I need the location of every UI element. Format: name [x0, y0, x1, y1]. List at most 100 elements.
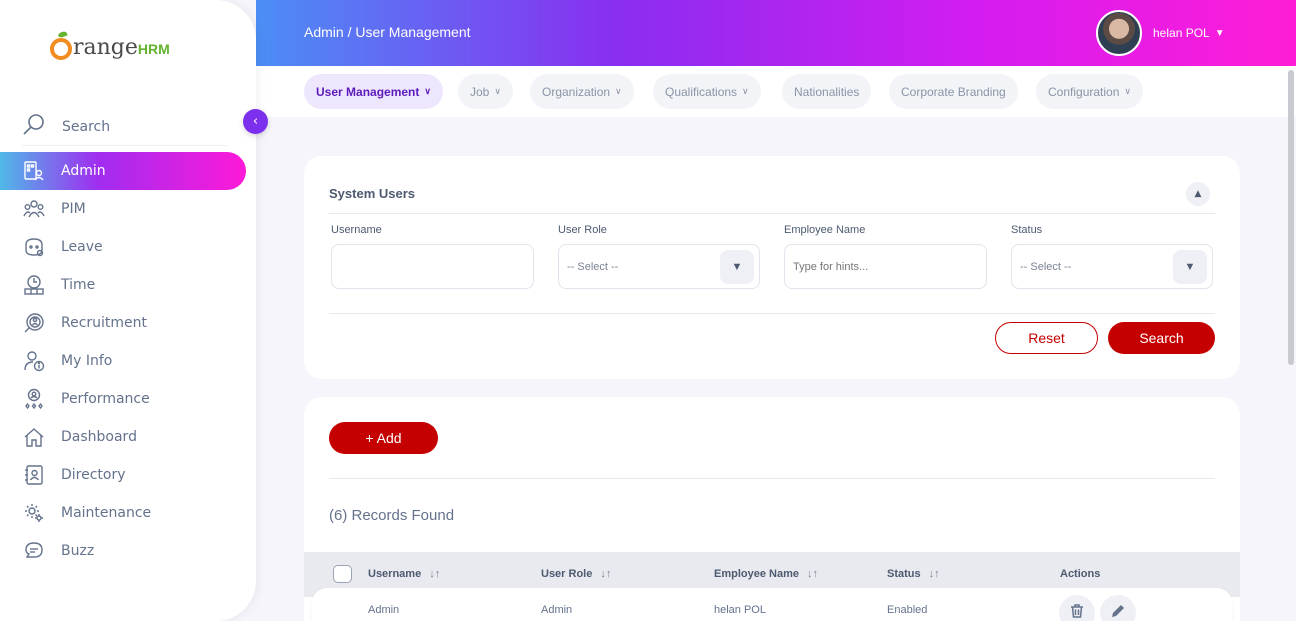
sidebar-item-pim[interactable]: PIM [0, 190, 246, 228]
tab-label: Configuration [1048, 84, 1120, 99]
username-label: Username [331, 224, 382, 236]
employee-name-input[interactable] [793, 260, 986, 273]
divider [329, 213, 1215, 214]
logo-text-hrm: HRM [137, 41, 170, 57]
users-list-card: + Add (6) Records Found Username ↓↑ User … [304, 397, 1240, 621]
chevron-down-icon: ∨ [742, 86, 749, 96]
tab-corporate-branding[interactable]: Corporate Branding [889, 74, 1018, 109]
user-role-value: -- Select -- [567, 260, 619, 273]
column-label: Username [368, 568, 422, 580]
sidebar-item-time[interactable]: Time [0, 266, 246, 304]
sidebar-item-directory[interactable]: Directory [0, 456, 246, 494]
search-icon [22, 113, 46, 141]
pim-icon [22, 197, 46, 221]
dashboard-icon [22, 425, 46, 449]
caret-down-icon: ▼ [720, 250, 754, 284]
reset-button[interactable]: Reset [995, 322, 1098, 354]
buzz-icon [22, 539, 46, 563]
sidebar-item-label: Admin [61, 163, 106, 179]
username-input[interactable] [340, 260, 533, 273]
chevron-down-icon: ∨ [615, 86, 622, 96]
column-label: Status [887, 568, 921, 580]
chevron-down-icon: ∨ [1124, 86, 1131, 96]
column-header-user-role[interactable]: User Role ↓↑ [541, 568, 611, 580]
table-row[interactable]: Admin Admin helan POL Enabled [312, 588, 1232, 621]
user-name: helan POL [1153, 26, 1210, 40]
employee-name-field[interactable] [784, 244, 987, 289]
username-field[interactable] [331, 244, 534, 289]
status-select[interactable]: -- Select -- ▼ [1011, 244, 1213, 289]
tab-user-management[interactable]: User Management ∨ [304, 74, 443, 109]
topbar: Admin / User Management helan POL ▼ [256, 0, 1296, 66]
sidebar-item-buzz[interactable]: Buzz [0, 532, 246, 570]
divider [329, 313, 1215, 314]
column-label: Actions [1060, 568, 1101, 580]
sidebar-item-label: Time [61, 277, 96, 293]
status-label: Status [1011, 224, 1043, 236]
column-header-username[interactable]: Username ↓↑ [368, 568, 440, 580]
maintenance-icon [22, 501, 46, 525]
tab-job[interactable]: Job ∨ [458, 74, 513, 109]
sidebar: range HRM Search Admin PIM Leave Time Re… [0, 0, 256, 621]
time-icon [22, 273, 46, 297]
sidebar-search[interactable]: Search [22, 108, 228, 146]
tab-label: Organization [542, 84, 611, 99]
orangehrm-logo[interactable]: range HRM [50, 32, 170, 60]
performance-icon [22, 387, 46, 411]
user-role-select[interactable]: -- Select -- ▼ [558, 244, 760, 289]
cell-status: Enabled [887, 604, 928, 616]
leave-icon [22, 235, 46, 259]
tab-nationalities[interactable]: Nationalities [782, 74, 872, 109]
tab-configuration[interactable]: Configuration ∨ [1036, 74, 1143, 109]
tab-label: Qualifications [665, 84, 738, 99]
module-tabs: User Management ∨ Job ∨ Organization ∨ Qual… [256, 66, 1296, 117]
collapse-filter-button[interactable]: ▲ [1186, 182, 1210, 206]
search-button[interactable]: Search [1108, 322, 1215, 354]
column-header-actions: Actions [1060, 568, 1100, 580]
edit-button[interactable] [1100, 595, 1136, 621]
pencil-icon [1110, 603, 1126, 621]
sidebar-item-maintenance[interactable]: Maintenance [0, 494, 246, 532]
sidebar-item-recruitment[interactable]: Recruitment [0, 304, 246, 342]
sidebar-item-label: Buzz [61, 543, 95, 559]
delete-button[interactable] [1059, 595, 1095, 621]
records-count: (6) Records Found [329, 507, 455, 524]
sidebar-item-admin[interactable]: Admin [0, 152, 246, 190]
page-scrollbar[interactable] [1288, 70, 1294, 365]
sidebar-item-label: Performance [61, 391, 150, 407]
tab-label: Job [470, 84, 490, 99]
sort-icon[interactable]: ↓↑ [429, 568, 440, 580]
chevron-down-icon: ∨ [424, 86, 431, 96]
column-label: User Role [541, 568, 593, 580]
system-users-filter-card: System Users ▲ Username User Role -- Sel… [304, 156, 1240, 379]
caret-up-icon: ▲ [1194, 189, 1202, 199]
tab-organization[interactable]: Organization ∨ [530, 74, 634, 109]
orange-logo-icon [50, 38, 72, 60]
directory-icon [22, 463, 46, 487]
tab-label: User Management [316, 84, 420, 99]
sidebar-item-label: Leave [61, 239, 103, 255]
user-role-label: User Role [558, 224, 607, 236]
sort-icon[interactable]: ↓↑ [929, 568, 940, 580]
tab-qualifications[interactable]: Qualifications ∨ [653, 74, 761, 109]
sidebar-item-performance[interactable]: Performance [0, 380, 246, 418]
sort-icon[interactable]: ↓↑ [600, 568, 611, 580]
column-header-status[interactable]: Status ↓↑ [887, 568, 940, 580]
sidebar-item-label: Dashboard [61, 429, 137, 445]
cell-user-role: Admin [541, 604, 573, 616]
filter-title: System Users [329, 186, 415, 201]
chevron-left-icon: ‹ [252, 114, 259, 129]
sort-icon[interactable]: ↓↑ [807, 568, 818, 580]
cell-username: Admin [368, 604, 400, 616]
sidebar-collapse-button[interactable]: ‹ [243, 109, 268, 134]
sidebar-item-dashboard[interactable]: Dashboard [0, 418, 246, 456]
sidebar-item-leave[interactable]: Leave [0, 228, 246, 266]
sidebar-item-my-info[interactable]: My Info [0, 342, 246, 380]
recruitment-icon [22, 311, 46, 335]
user-menu-dropdown[interactable]: helan POL ▼ [1153, 26, 1225, 40]
avatar[interactable] [1096, 10, 1142, 56]
add-user-button[interactable]: + Add [329, 422, 438, 454]
column-header-employee-name[interactable]: Employee Name ↓↑ [714, 568, 818, 580]
select-all-checkbox[interactable] [333, 565, 352, 583]
sidebar-item-label: Maintenance [61, 505, 152, 521]
